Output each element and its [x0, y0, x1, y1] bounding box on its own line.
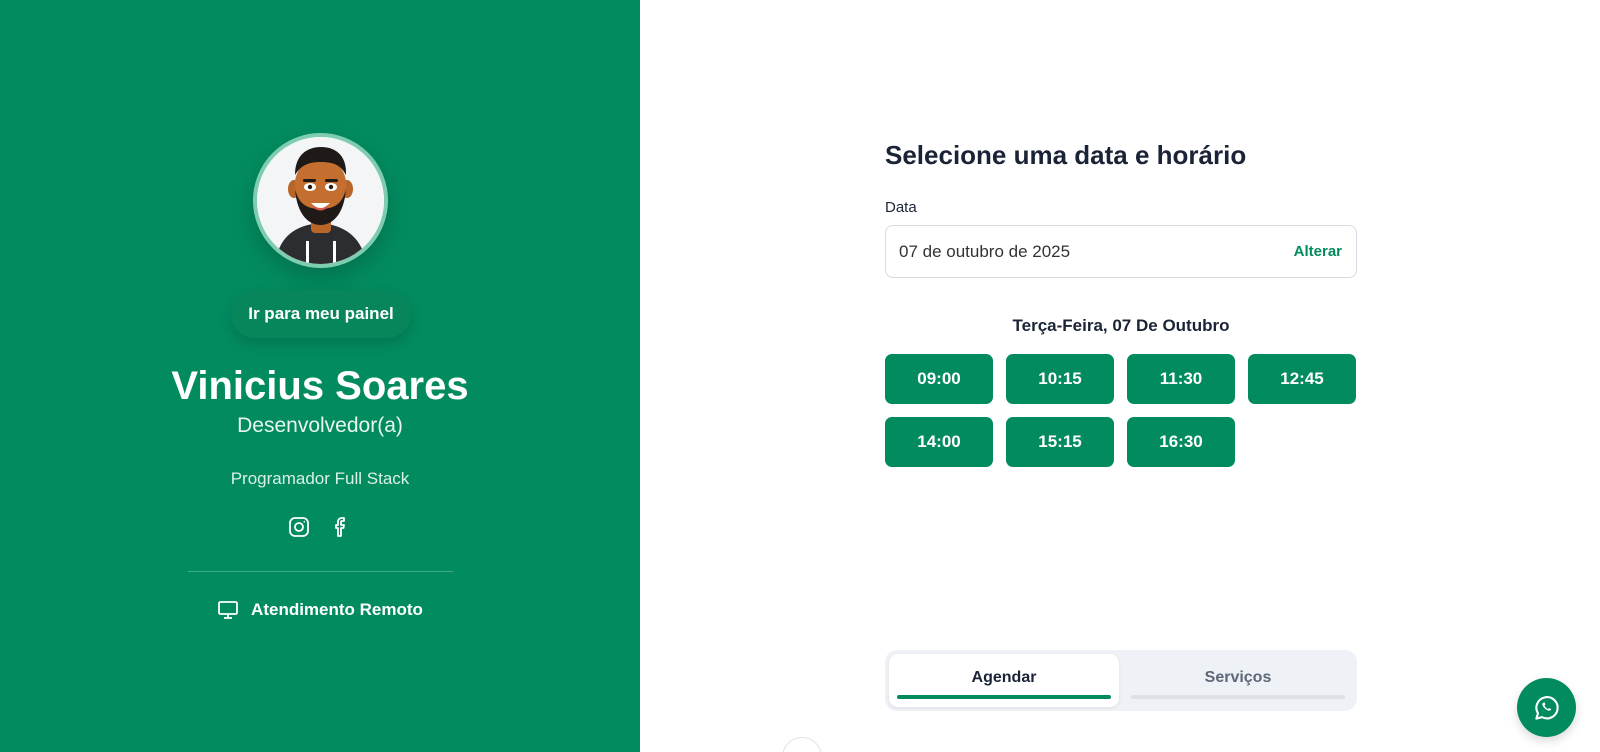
- time-slot-button[interactable]: 16:30: [1127, 417, 1235, 467]
- profile-panel: Ir para meu painel Vinicius Soares Desen…: [0, 0, 640, 752]
- service-mode: Atendimento Remoto: [0, 600, 640, 620]
- facebook-icon[interactable]: [329, 515, 353, 539]
- instagram-icon[interactable]: [287, 515, 311, 539]
- profile-name: Vinicius Soares: [171, 364, 469, 408]
- page-title: Selecione uma data e horário: [885, 140, 1247, 170]
- scroll-button[interactable]: [782, 737, 822, 752]
- tab-indicator: [897, 695, 1111, 699]
- time-slot-button[interactable]: 15:15: [1006, 417, 1114, 467]
- profile-role: Desenvolvedor(a): [237, 414, 403, 437]
- date-label: Data: [885, 199, 917, 216]
- tab-servicos[interactable]: Serviços: [1123, 654, 1353, 707]
- time-slot-button[interactable]: 14:00: [885, 417, 993, 467]
- tab-agendar[interactable]: Agendar: [889, 654, 1119, 707]
- monitor-icon: [218, 601, 238, 619]
- whatsapp-button[interactable]: [1517, 678, 1576, 737]
- avatar: [253, 133, 388, 268]
- change-date-button[interactable]: Alterar: [1294, 243, 1342, 260]
- time-slot-button[interactable]: 09:00: [885, 354, 993, 404]
- date-field[interactable]: 07 de outubro de 2025 Alterar: [885, 225, 1357, 278]
- tab-label: Serviços: [1204, 668, 1272, 686]
- tab-indicator: [1131, 695, 1345, 699]
- service-mode-label: Atendimento Remoto: [251, 600, 423, 619]
- whatsapp-icon: [1534, 695, 1559, 720]
- time-slot-button[interactable]: 10:15: [1006, 354, 1114, 404]
- tab-label: Agendar: [971, 668, 1037, 686]
- profile-bio: Programador Full Stack: [230, 469, 410, 488]
- time-slot-button[interactable]: 12:45: [1248, 354, 1356, 404]
- profile-divider: [188, 571, 453, 572]
- social-links: [0, 515, 640, 539]
- selected-day-heading: Terça-Feira, 07 De Outubro: [1012, 316, 1230, 335]
- time-slot-button[interactable]: 11:30: [1127, 354, 1235, 404]
- time-slots: 09:00 10:15 11:30 12:45 14:00 15:15 16:3…: [885, 354, 1357, 467]
- go-to-dashboard-button[interactable]: Ir para meu painel: [231, 290, 411, 338]
- date-value: 07 de outubro de 2025: [899, 241, 1071, 261]
- bottom-tabs: Agendar Serviços: [885, 650, 1357, 711]
